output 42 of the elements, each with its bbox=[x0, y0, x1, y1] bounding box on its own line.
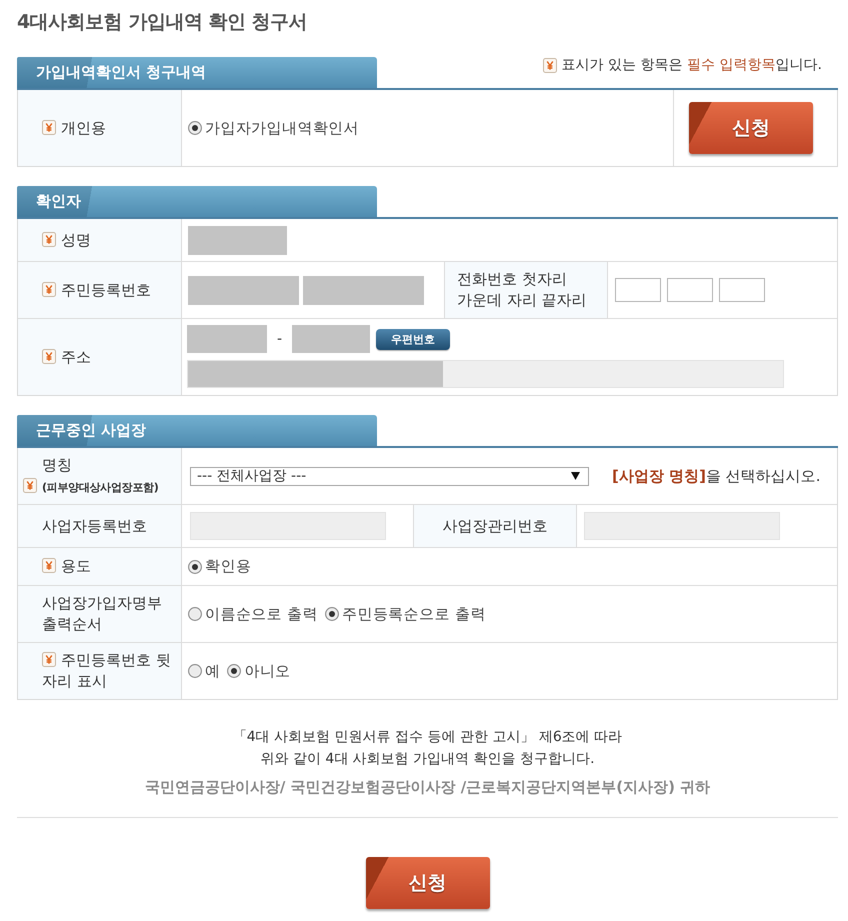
required-mark-icon bbox=[542, 58, 557, 73]
page-title: 4대사회보험 가입내역 확인 청구서 bbox=[17, 10, 308, 35]
radio-label[interactable]: 확인용 bbox=[205, 556, 252, 577]
phone-input-field[interactable] bbox=[667, 278, 713, 302]
radio-button[interactable] bbox=[324, 607, 339, 621]
field-label: 주민등록번호 bbox=[61, 280, 151, 298]
notice-text: 「4대 사회보험 민원서류 접수 등에 관한 고시」 제6조에 따라 bbox=[232, 728, 624, 747]
dropdown-arrow-icon bbox=[571, 472, 580, 480]
field-label: 사업자등록번호 bbox=[42, 516, 147, 534]
field-label: 전화번호 첫자리 가운데 자리 끝자리 bbox=[457, 269, 588, 311]
field-label: 개인용 bbox=[61, 118, 106, 136]
radio-label[interactable]: 이름순으로 출력 bbox=[205, 604, 318, 624]
hint-text: [사업장 명칭]을 선택하십시오. bbox=[612, 466, 820, 486]
radio-button[interactable] bbox=[227, 664, 242, 678]
apply-button[interactable]: 신청 bbox=[366, 857, 490, 909]
addressee-text: 국민연금공단이사장/ 국민건강보험공단이사장 /근로복지공단지역본부(지사장) 귀하 bbox=[144, 777, 712, 798]
field-label: 주민등록번호 뒷자리 표시 bbox=[42, 651, 171, 690]
radio-label[interactable]: 예 bbox=[205, 660, 220, 682]
field-label: 사업장가입자명부 출력순서 bbox=[42, 594, 162, 633]
phone-input-field[interactable] bbox=[719, 278, 765, 302]
radio-button[interactable] bbox=[188, 560, 202, 574]
radio-label[interactable]: 가입자가입내역확인서 bbox=[205, 118, 359, 138]
field-label: 용도 bbox=[61, 557, 91, 575]
section-heading: 확인자 bbox=[17, 186, 377, 217]
field-label: 주소 bbox=[61, 348, 91, 366]
radio-button[interactable] bbox=[188, 664, 202, 678]
field-label: 명칭 bbox=[42, 456, 72, 474]
field-sublabel: (피부양대상사업장포함) bbox=[42, 481, 158, 494]
radio-label[interactable]: 주민등록순으로 출력 bbox=[342, 604, 486, 624]
apply-button[interactable]: 신청 bbox=[689, 102, 813, 154]
radio-label[interactable]: 아니오 bbox=[244, 660, 291, 682]
field-label: 성명 bbox=[61, 230, 91, 248]
notice-text: 위와 같이 4대 사회보험 가입내역 확인을 청구합니다. bbox=[259, 750, 596, 769]
postcode-separator: - bbox=[277, 331, 282, 347]
radio-button[interactable] bbox=[188, 121, 202, 135]
required-note: 표시가 있는 항목은 필수 입력항목입니다. bbox=[562, 57, 822, 74]
phone-input-field[interactable] bbox=[615, 278, 661, 302]
radio-button[interactable] bbox=[188, 607, 202, 621]
section-heading: 가입내역확인서 청구내역 bbox=[17, 57, 377, 88]
workplace-select[interactable]: --- 전체사업장 --- bbox=[190, 466, 589, 486]
section-heading: 근무중인 사업장 bbox=[17, 415, 377, 446]
field-label: 사업장관리번호 bbox=[442, 516, 548, 536]
